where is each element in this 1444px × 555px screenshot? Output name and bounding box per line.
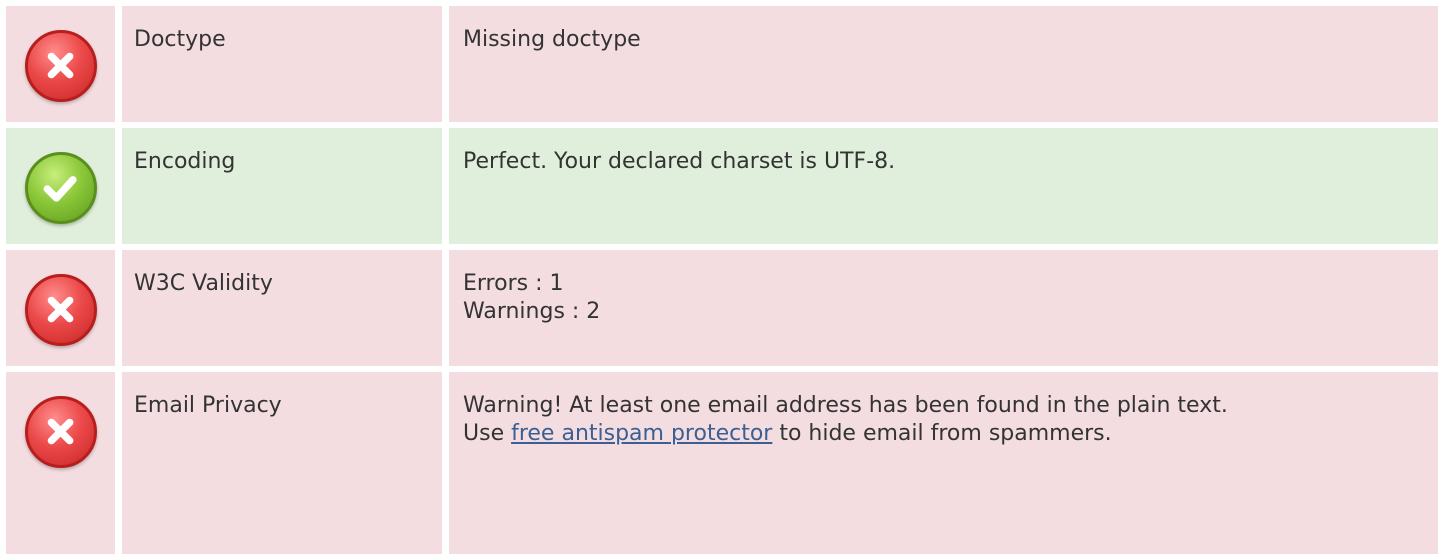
check-row-encoding: Encoding Perfect. Your declared charset … (6, 128, 1438, 244)
error-x-icon (24, 396, 97, 468)
advice-suffix: to hide email from spammers. (772, 421, 1112, 446)
email-warning-text: Warning! At least one email address has … (463, 393, 1228, 418)
check-label: Doctype (122, 6, 442, 122)
check-label: Email Privacy (122, 372, 442, 554)
status-cell (6, 372, 115, 554)
errors-count: Errors : 1 (463, 271, 564, 296)
error-x-icon (24, 274, 97, 346)
status-cell (6, 250, 115, 366)
seo-checks-table: Doctype Missing doctype Encoding Perfect… (0, 0, 1444, 555)
check-row-doctype: Doctype Missing doctype (6, 6, 1438, 122)
check-row-email-privacy: Email Privacy Warning! At least one emai… (6, 372, 1438, 554)
status-cell (6, 128, 115, 244)
error-x-icon (24, 30, 97, 102)
warnings-count: Warnings : 2 (463, 299, 601, 324)
check-value: Perfect. Your declared charset is UTF-8. (449, 128, 1438, 244)
check-value: Errors : 1 Warnings : 2 (449, 250, 1438, 366)
status-cell (6, 6, 115, 122)
check-label: W3C Validity (122, 250, 442, 366)
check-row-w3c-validity: W3C Validity Errors : 1 Warnings : 2 (6, 250, 1438, 366)
check-label: Encoding (122, 128, 442, 244)
email-advice-text: Use free antispam protector to hide emai… (463, 420, 1438, 448)
success-check-icon (24, 152, 97, 224)
antispam-protector-link[interactable]: free antispam protector (511, 421, 772, 446)
check-value: Missing doctype (449, 6, 1438, 122)
advice-prefix: Use (463, 421, 512, 446)
check-value: Warning! At least one email address has … (449, 372, 1438, 554)
